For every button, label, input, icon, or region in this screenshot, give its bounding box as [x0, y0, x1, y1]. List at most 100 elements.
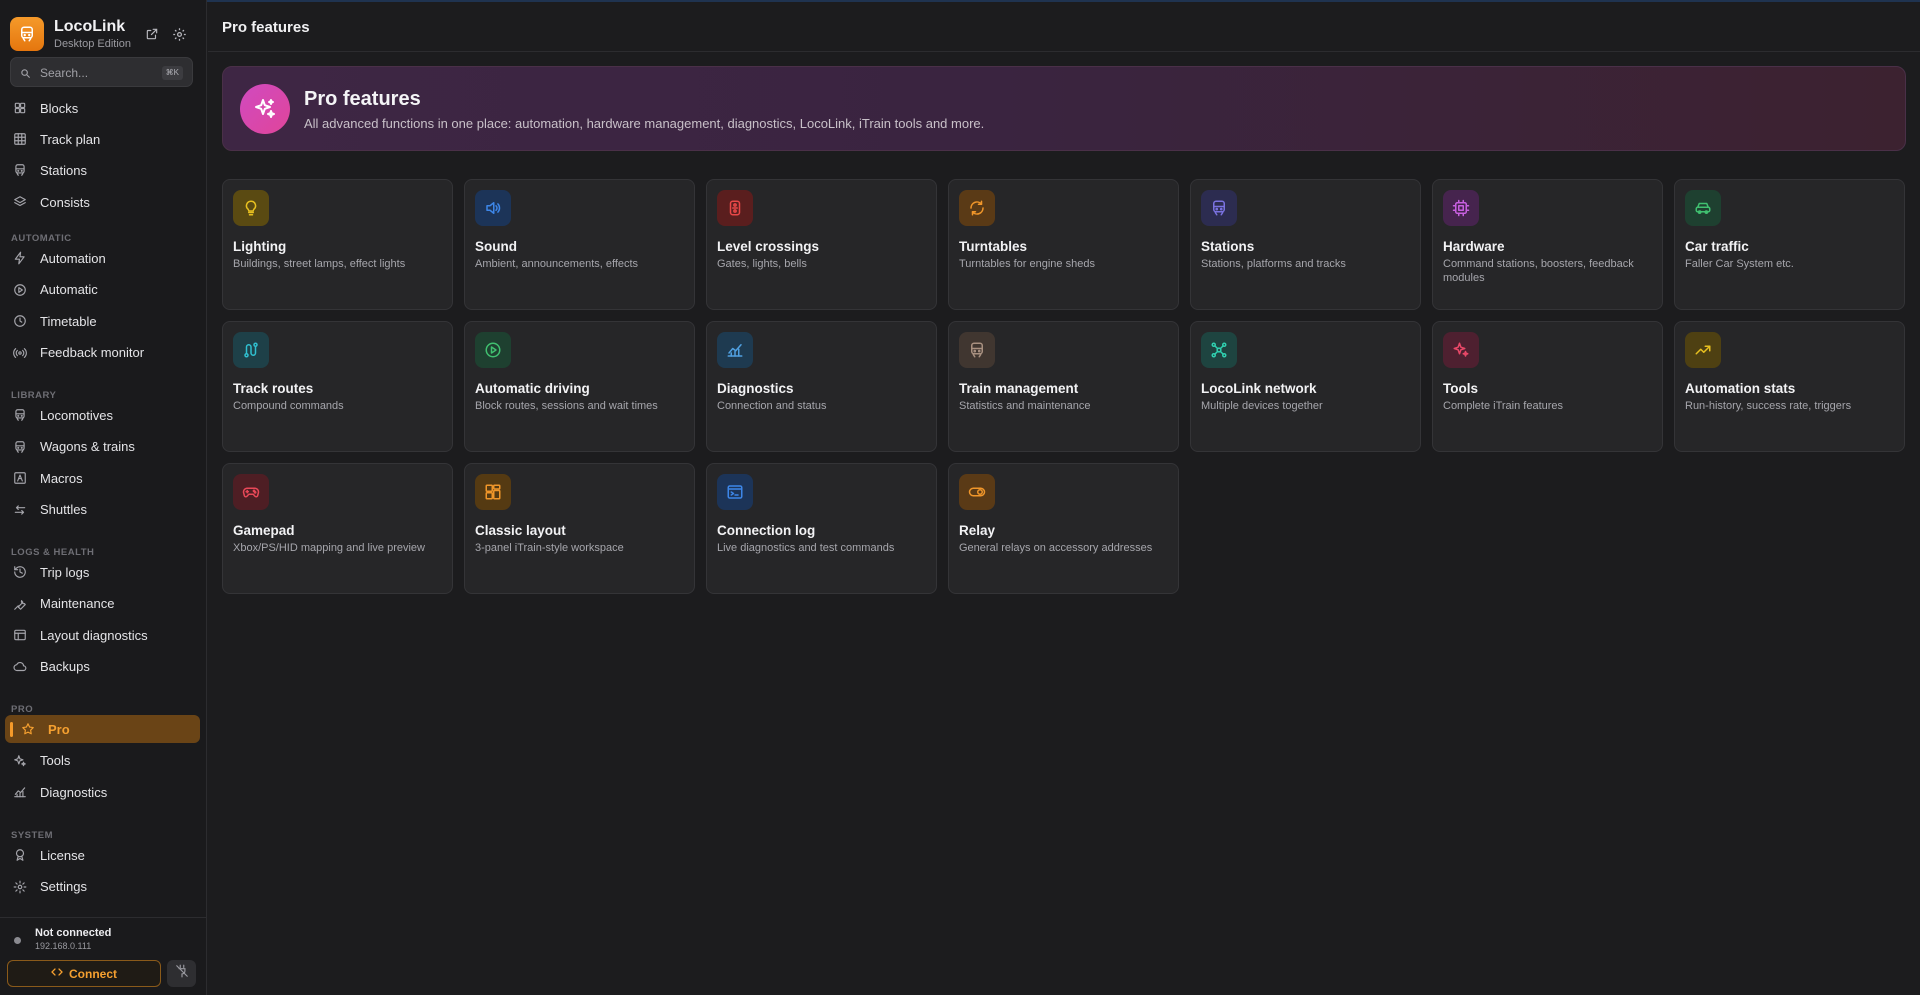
layers-icon: [10, 192, 30, 212]
sidebar-item-maintenance[interactable]: Maintenance: [10, 592, 200, 616]
main-content: Pro features Pro features All advanced f…: [208, 0, 1920, 995]
settings-gear-icon[interactable]: [170, 25, 188, 43]
sidebar-item-label: Shuttles: [40, 502, 87, 517]
feature-card-title: Car traffic: [1685, 239, 1749, 254]
sparkles-icon: [1443, 332, 1479, 368]
sidebar-item-label: Locomotives: [40, 407, 113, 423]
sidebar-item-license[interactable]: License: [10, 843, 200, 867]
feature-card-description: Compound commands: [233, 400, 344, 412]
sidebar-item-diagnostics[interactable]: Diagnostics: [10, 780, 200, 804]
open-external-icon[interactable]: [143, 25, 161, 43]
feature-card-classic-layout[interactable]: Classic layout 3-panel iTrain-style works…: [464, 463, 695, 594]
sidebar-section-library: LIBRARY: [11, 390, 57, 401]
sidebar-item-label: Tools: [40, 753, 71, 768]
wrench-icon: [10, 594, 30, 614]
connection-ip: 192.168.0.111: [35, 941, 92, 951]
sidebar-item-label: Trip logs: [40, 564, 90, 580]
train-icon: [10, 437, 30, 457]
page-title: Pro features: [222, 19, 310, 36]
sidebar: LocoLink Desktop Edition Search... ⌘K Bl…: [0, 0, 207, 995]
feature-card-locolink-network[interactable]: LocoLink network Multiple devices togethe…: [1190, 321, 1421, 452]
hero-title: Pro features: [304, 88, 421, 110]
sidebar-item-settings[interactable]: Settings: [10, 875, 200, 899]
app-logo-icon: [10, 17, 44, 51]
feature-card-hardware[interactable]: Hardware Command stations, boosters, feed…: [1432, 179, 1663, 310]
feature-card-title: Track routes: [233, 381, 314, 396]
search-placeholder: Search...: [40, 66, 89, 80]
feature-card-turntables[interactable]: Turntables Turntables for engine sheds: [948, 179, 1179, 310]
connection-status: Not connected: [35, 927, 112, 939]
sidebar-item-timetable[interactable]: Timetable: [10, 309, 200, 333]
sidebar-item-stations[interactable]: Stations: [10, 158, 200, 182]
feature-card-sound[interactable]: Sound Ambient, announcements, effects: [464, 179, 695, 310]
train-icon: [959, 332, 995, 368]
feature-card-description: Multiple devices together: [1201, 400, 1323, 412]
feature-card-car-traffic[interactable]: Car traffic Faller Car System etc.: [1674, 179, 1905, 310]
sidebar-item-blocks[interactable]: Blocks: [10, 96, 200, 120]
feature-card-description: Command stations, boosters, feedback mod…: [1443, 258, 1634, 284]
sidebar-item-label: Layout diagnostics: [40, 627, 148, 643]
sidebar-item-wagons-and-trains[interactable]: Wagons & trains: [10, 435, 200, 459]
sidebar-item-feedback-monitor[interactable]: Feedback monitor: [10, 341, 200, 365]
sidebar-active-indicator: [10, 722, 13, 737]
feature-card-tools[interactable]: Tools Complete iTrain features: [1432, 321, 1663, 452]
history-icon: [10, 562, 30, 582]
feature-card-description: Statistics and maintenance: [959, 400, 1091, 412]
sidebar-item-label: Stations: [40, 162, 87, 178]
feature-card-description: Run-history, success rate, triggers: [1685, 400, 1852, 412]
disconnect-button[interactable]: [167, 960, 196, 987]
sidebar-item-layout-diagnostics[interactable]: Layout diagnostics: [10, 623, 200, 647]
feature-card-connection-log[interactable]: Connection log Live diagnostics and test …: [706, 463, 937, 594]
feature-card-description: Turntables for engine sheds: [959, 258, 1095, 270]
feature-card-description: Complete iTrain features: [1443, 400, 1564, 412]
feature-card-gamepad[interactable]: Gamepad Xbox/PS/HID mapping and live prev…: [222, 463, 453, 594]
play-circle-icon: [10, 280, 30, 300]
sidebar-item-label: Pro: [48, 721, 70, 737]
unplug-icon: [175, 964, 189, 983]
sparkles-icon: [10, 751, 30, 771]
table-icon: [10, 625, 30, 645]
sidebar-item-label: Maintenance: [40, 596, 115, 611]
clock-icon: [10, 311, 30, 331]
gear-icon: [10, 877, 30, 897]
feature-card-description: Buildings, street lamps, effect lights: [233, 258, 406, 270]
sidebar-item-shuttles[interactable]: Shuttles: [10, 498, 200, 522]
feature-card-stations[interactable]: Stations Stations, platforms and tracks: [1190, 179, 1421, 310]
hero-banner: Pro features All advanced functions in o…: [222, 66, 1906, 151]
sidebar-item-tools[interactable]: Tools: [10, 749, 200, 773]
sidebar-item-label: Automation: [40, 250, 106, 266]
feature-card-title: Tools: [1443, 381, 1478, 396]
feature-card-level-crossings[interactable]: Level crossings Gates, lights, bells: [706, 179, 937, 310]
sidebar-item-label: Blocks: [40, 100, 79, 116]
sidebar-item-backups[interactable]: Backups: [10, 655, 200, 679]
feature-card-title: LocoLink network: [1201, 381, 1317, 396]
connect-button[interactable]: Connect: [7, 960, 161, 987]
topbar: Pro features: [208, 2, 1920, 52]
sidebar-item-track-plan[interactable]: Track plan: [10, 127, 200, 151]
feature-card-diagnostics[interactable]: Diagnostics Connection and status: [706, 321, 937, 452]
feature-card-description: General relays on accessory addresses: [959, 542, 1153, 554]
sidebar-item-automatic[interactable]: Automatic: [10, 278, 200, 302]
chart-icon: [10, 782, 30, 802]
feature-card-automation-stats[interactable]: Automation stats Run-history, success rat…: [1674, 321, 1905, 452]
arrows-icon: [10, 500, 30, 520]
sidebar-item-automation[interactable]: Automation: [10, 246, 200, 270]
sidebar-section-system: SYSTEM: [11, 830, 54, 841]
sidebar-item-consists[interactable]: Consists: [10, 190, 200, 214]
sidebar-item-label: Consists: [40, 194, 90, 210]
feature-card-relay[interactable]: Relay General relays on accessory address…: [948, 463, 1179, 594]
sidebar-item-macros[interactable]: Macros: [10, 466, 200, 490]
sidebar-item-label: Timetable: [40, 313, 97, 329]
feature-card-description: Gates, lights, bells: [717, 258, 807, 270]
sidebar-item-trip-logs[interactable]: Trip logs: [10, 560, 200, 584]
sidebar-item-pro[interactable]: Pro: [18, 717, 208, 741]
feature-card-track-routes[interactable]: Track routes Compound commands: [222, 321, 453, 452]
feature-card-lighting[interactable]: Lighting Buildings, street lamps, effect …: [222, 179, 453, 310]
feature-card-description: Live diagnostics and test commands: [717, 542, 895, 554]
search-input[interactable]: Search... ⌘K: [10, 57, 193, 87]
feature-card-train-management[interactable]: Train management Statistics and maintenan…: [948, 321, 1179, 452]
sidebar-section-pro: PRO: [11, 704, 34, 715]
sidebar-item-locomotives[interactable]: Locomotives: [10, 403, 200, 427]
feature-card-automatic-driving[interactable]: Automatic driving Block routes, sessions …: [464, 321, 695, 452]
feature-card-title: Relay: [959, 523, 996, 538]
